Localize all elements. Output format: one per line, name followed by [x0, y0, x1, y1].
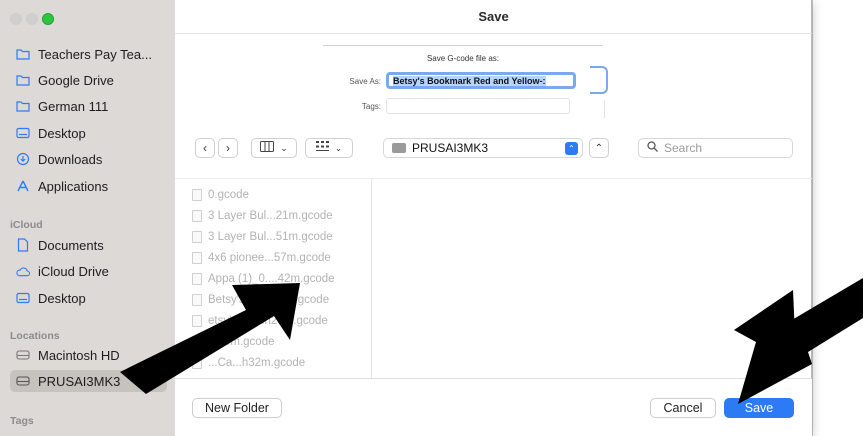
file-item[interactable]: ...Ca...h32m.gcode: [192, 354, 305, 371]
disk-icon: [392, 143, 406, 153]
sidebar-item-icloud-desktop[interactable]: Desktop: [10, 287, 167, 309]
file-item[interactable]: Betsy's Ca...45m.gcode: [192, 291, 329, 308]
downloads-icon: [16, 152, 30, 166]
cancel-button[interactable]: Cancel: [650, 398, 716, 418]
sidebar-item-desktop[interactable]: Desktop: [10, 122, 167, 144]
expand-dialog-button[interactable]: [590, 66, 608, 94]
location-popup[interactable]: PRUSAI3MK3 ⌃: [383, 138, 583, 158]
chevron-up-icon: ⌃: [594, 142, 604, 154]
save-as-input[interactable]: Betsy's Bookmark Red and Yellow-:: [386, 72, 576, 89]
save-button[interactable]: Save: [724, 398, 794, 418]
save-as-value: Betsy's Bookmark Red and Yellow-:: [393, 75, 546, 86]
disk-icon: [16, 348, 30, 362]
chevron-down-icon: ⌄: [280, 142, 288, 153]
sidebar-item-teachers-pay-teachers[interactable]: Teachers Pay Tea...: [10, 43, 167, 65]
document-icon: [16, 238, 30, 252]
document-icon: [192, 188, 202, 201]
chevron-right-icon: ›: [226, 141, 230, 155]
chevron-down-icon: ⌄: [334, 142, 343, 153]
back-button[interactable]: ‹: [195, 138, 215, 158]
sidebar-item-downloads[interactable]: Downloads: [10, 148, 167, 170]
document-icon: [192, 230, 202, 243]
search-placeholder: Search: [664, 141, 703, 155]
sidebar-item-label: German 111: [38, 98, 109, 114]
sidebar-item-documents[interactable]: Documents: [10, 234, 167, 256]
desktop-icon: [16, 126, 30, 140]
sidebar-item-applications[interactable]: Applications: [10, 175, 167, 197]
sidebar-item-google-drive[interactable]: Google Drive: [10, 69, 167, 91]
columns-view-icon: [260, 141, 275, 155]
document-icon: [192, 251, 202, 264]
sidebar-item-prusai3mk3[interactable]: PRUSAI3MK3: [10, 370, 167, 392]
sidebar-item-label: PRUSAI3MK3: [38, 373, 121, 389]
file-item[interactable]: ...39m.gcode: [192, 333, 274, 350]
document-icon: [192, 356, 202, 369]
sidebar-item-label: Documents: [38, 237, 104, 253]
tags-label: Tags:: [361, 102, 381, 111]
close-window-button[interactable]: [10, 13, 22, 25]
folder-icon: [16, 73, 30, 87]
tags-field-edge: [591, 100, 605, 118]
new-folder-button[interactable]: New Folder: [192, 398, 282, 418]
file-item[interactable]: etsy's Ca...h29m.gcode: [192, 312, 328, 329]
window-title: Save: [175, 0, 812, 34]
document-icon: [192, 272, 202, 285]
sidebar-item-macintosh-hd[interactable]: Macintosh HD: [10, 344, 167, 366]
minimize-window-button[interactable]: [26, 13, 38, 25]
save-dialog-heading: Save G-code file as:: [323, 45, 603, 63]
sidebar-item-label: Downloads: [38, 151, 103, 167]
document-icon: [192, 293, 202, 306]
folder-icon: [16, 47, 30, 61]
cloud-icon: [16, 264, 30, 278]
document-icon: [192, 335, 202, 348]
file-item[interactable]: Appa (1)_0....42m.gcode: [192, 270, 335, 287]
sidebar-item-icloud-drive[interactable]: iCloud Drive: [10, 260, 167, 282]
tags-input[interactable]: [386, 98, 570, 114]
sidebar-item-label: Applications: [38, 178, 109, 194]
view-mode-button[interactable]: ⌄: [251, 138, 297, 158]
chevron-left-icon: ‹: [203, 141, 207, 155]
sidebar-item-label: iCloud Drive: [38, 263, 109, 279]
search-input[interactable]: Search: [638, 138, 793, 158]
disk-icon: [16, 374, 30, 388]
background-window: [812, 0, 863, 436]
grid-icon: [315, 141, 329, 155]
file-item[interactable]: 3 Layer Bul...21m.gcode: [192, 207, 333, 224]
file-item[interactable]: 3 Layer Bul...51m.gcode: [192, 228, 333, 245]
sidebar-item-label: Macintosh HD: [38, 347, 120, 363]
file-item[interactable]: 4x6 pionee...57m.gcode: [192, 249, 331, 266]
folder-icon: [16, 99, 30, 113]
sidebar-item-label: Teachers Pay Tea...: [38, 46, 152, 62]
collapse-button[interactable]: ⌃: [589, 138, 609, 158]
sidebar-section-locations: Locations: [10, 330, 60, 342]
sidebar-section-tags: Tags: [10, 415, 34, 427]
applications-icon: [16, 179, 30, 193]
sidebar-item-german-111[interactable]: German 111: [10, 95, 167, 117]
save-as-label: Save As:: [349, 77, 381, 86]
sidebar-item-label: Desktop: [38, 125, 86, 141]
forward-button[interactable]: ›: [218, 138, 238, 158]
sidebar-item-label: Desktop: [38, 290, 86, 306]
group-by-button[interactable]: ⌄: [305, 138, 353, 158]
document-icon: [192, 209, 202, 222]
column-divider[interactable]: [371, 178, 372, 378]
zoom-window-button[interactable]: [42, 13, 54, 25]
location-label: PRUSAI3MK3: [412, 141, 489, 155]
sidebar-item-label: Google Drive: [38, 72, 114, 88]
save-dialog: Teachers Pay Tea... Google Drive German …: [0, 0, 812, 436]
file-item[interactable]: 0.gcode: [192, 186, 249, 203]
location-chevron-icon: ⌃: [565, 142, 578, 155]
document-icon: [192, 314, 202, 327]
sidebar: Teachers Pay Tea... Google Drive German …: [0, 0, 175, 436]
desktop-icon: [16, 291, 30, 305]
search-icon: [647, 141, 658, 155]
sidebar-section-icloud: iCloud: [10, 219, 43, 231]
